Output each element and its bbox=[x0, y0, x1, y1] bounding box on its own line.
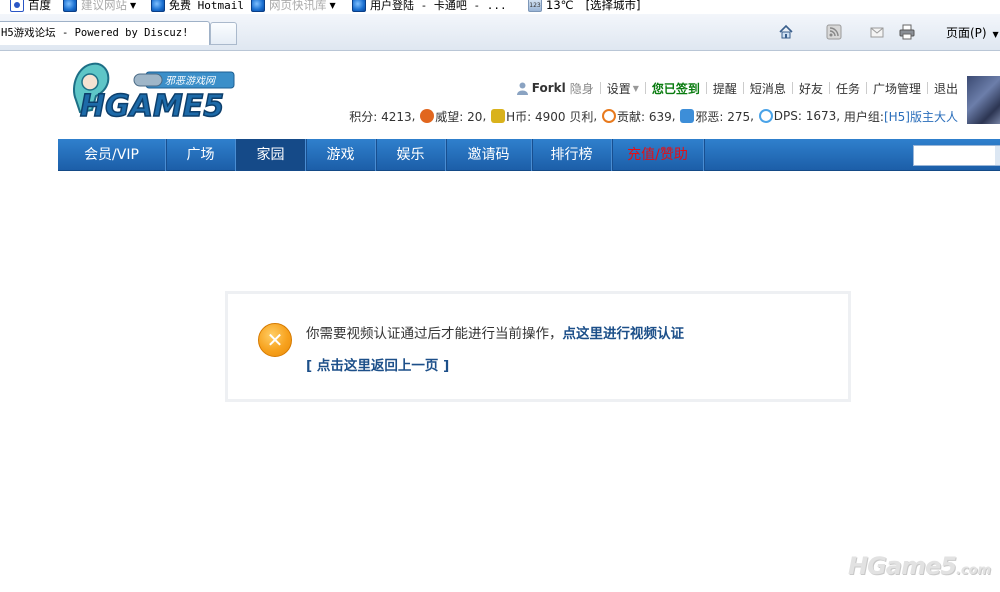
user-stats-bar: 积分: 4213 , 威望: 20 , H币: 4900 贝利 , 贡献: 63… bbox=[349, 108, 958, 125]
user-icon bbox=[516, 82, 528, 95]
nav-item-invite-code[interactable]: 邀请码 bbox=[446, 139, 532, 171]
error-close-icon: ✕ bbox=[258, 323, 292, 357]
watermark: HGame5.com bbox=[848, 552, 992, 580]
search-input[interactable] bbox=[913, 145, 997, 166]
alert-box: ✕ 你需要视频认证通过后才能进行当前操作，点这里进行视频认证 [ 点击这里返回上… bbox=[225, 291, 851, 402]
site-logo[interactable]: 邪恶游戏网 HGAME5 bbox=[66, 60, 240, 132]
nav-item-donate[interactable]: 充值/赞助 bbox=[612, 139, 704, 171]
logo-text: HGAME5 bbox=[80, 89, 224, 124]
tasks-link[interactable]: 任务 bbox=[836, 80, 860, 97]
print-icon[interactable] bbox=[898, 24, 916, 40]
square-admin-link[interactable]: 广场管理 bbox=[873, 80, 921, 97]
evil-stat: 邪恶: 275 bbox=[695, 109, 751, 124]
baidu-paw-icon bbox=[10, 0, 24, 12]
chevron-down-icon: ▼ bbox=[329, 0, 336, 10]
evil-icon bbox=[680, 109, 695, 123]
page-menu-button[interactable]: 页面(P) ▼ bbox=[946, 24, 999, 41]
mail-icon[interactable] bbox=[868, 24, 886, 40]
back-link[interactable]: [ 点击这里返回上一页 ] bbox=[306, 354, 449, 374]
video-verification-link[interactable]: 点这里进行视频认证 bbox=[563, 326, 685, 342]
hcoin-stat: H币: 4900 贝利 bbox=[506, 109, 594, 124]
avatar[interactable] bbox=[967, 76, 1000, 124]
signed-in-link[interactable]: 您已签到 bbox=[652, 80, 700, 97]
dps-stat: DPS: 1673 bbox=[773, 109, 837, 123]
favorites-bar: 百度 建议网站 ▼ 免费 Hotmail 网页快讯库 ▼ 用户登陆 - 卡通吧 … bbox=[0, 0, 1000, 14]
nav-item-games[interactable]: 游戏 bbox=[306, 139, 376, 171]
dps-icon bbox=[758, 109, 773, 123]
credits-stat: 积分: 4213 bbox=[349, 109, 412, 124]
ie-icon bbox=[251, 0, 265, 12]
reminders-link[interactable]: 提醒 bbox=[713, 80, 737, 97]
browser-tab-bar: H5游戏论坛 - Powered by Discuz! 页面(P) ▼ bbox=[0, 14, 1000, 51]
favorite-hotmail[interactable]: 免费 Hotmail bbox=[151, 0, 244, 13]
tab-current-page[interactable]: H5游戏论坛 - Powered by Discuz! bbox=[0, 21, 210, 45]
favorite-web-slice-gallery[interactable]: 网页快讯库 ▼ bbox=[251, 0, 336, 13]
alert-message: 你需要视频认证通过后才能进行当前操作，点这里进行视频认证 bbox=[306, 326, 685, 342]
logo-banner-text: 邪恶游戏网 bbox=[165, 75, 217, 87]
weather-icon: 123 bbox=[528, 0, 542, 12]
logout-link[interactable]: 退出 bbox=[934, 80, 958, 97]
chevron-down-icon: ▼ bbox=[130, 0, 137, 10]
username-link[interactable]: Forkl bbox=[532, 81, 566, 95]
weather-widget[interactable]: 123 13℃ [选择城市] bbox=[528, 0, 641, 13]
friends-link[interactable]: 好友 bbox=[799, 80, 823, 97]
contribution-stat: 贡献: 639 bbox=[616, 109, 672, 124]
nav-item-square[interactable]: 广场 bbox=[166, 139, 236, 171]
nav-item-vip[interactable]: 会员/VIP bbox=[58, 139, 166, 171]
favorite-user-login[interactable]: 用户登陆 - 卡通吧 - ... bbox=[352, 0, 507, 13]
main-nav: 会员/VIP 广场 家园 游戏 娱乐 邀请码 排行榜 充值/赞助 bbox=[58, 139, 1000, 171]
prestige-stat: 威望: 20 bbox=[435, 109, 483, 124]
ie-icon bbox=[151, 0, 165, 12]
chevron-down-icon: ▼ bbox=[992, 30, 999, 39]
user-group-link[interactable]: [H5]版主大人 bbox=[884, 108, 958, 125]
nav-item-rankings[interactable]: 排行榜 bbox=[532, 139, 612, 171]
contribution-icon bbox=[601, 109, 616, 123]
nav-item-home[interactable]: 家园 bbox=[236, 139, 306, 171]
invisible-status[interactable]: 隐身 bbox=[570, 80, 594, 97]
home-icon[interactable] bbox=[777, 24, 795, 40]
favorite-baidu[interactable]: 百度 bbox=[10, 0, 51, 13]
user-bar: Forkl 隐身 设置 ▼ 您已签到 提醒 短消息 好友 任务 广场管理 退出 bbox=[516, 80, 958, 97]
prestige-icon bbox=[420, 109, 435, 123]
favorite-suggested-sites[interactable]: 建议网站 ▼ bbox=[63, 0, 136, 13]
rss-feed-icon[interactable] bbox=[825, 24, 843, 40]
settings-link[interactable]: 设置 bbox=[607, 80, 631, 97]
ie-icon bbox=[352, 0, 366, 12]
chevron-down-icon: ▼ bbox=[632, 83, 639, 93]
nav-item-entertainment[interactable]: 娱乐 bbox=[376, 139, 446, 171]
new-tab-button[interactable] bbox=[210, 22, 237, 45]
coin-icon bbox=[491, 109, 506, 123]
messages-link[interactable]: 短消息 bbox=[750, 80, 786, 97]
ie-icon bbox=[63, 0, 77, 12]
search-button[interactable] bbox=[995, 145, 1000, 166]
